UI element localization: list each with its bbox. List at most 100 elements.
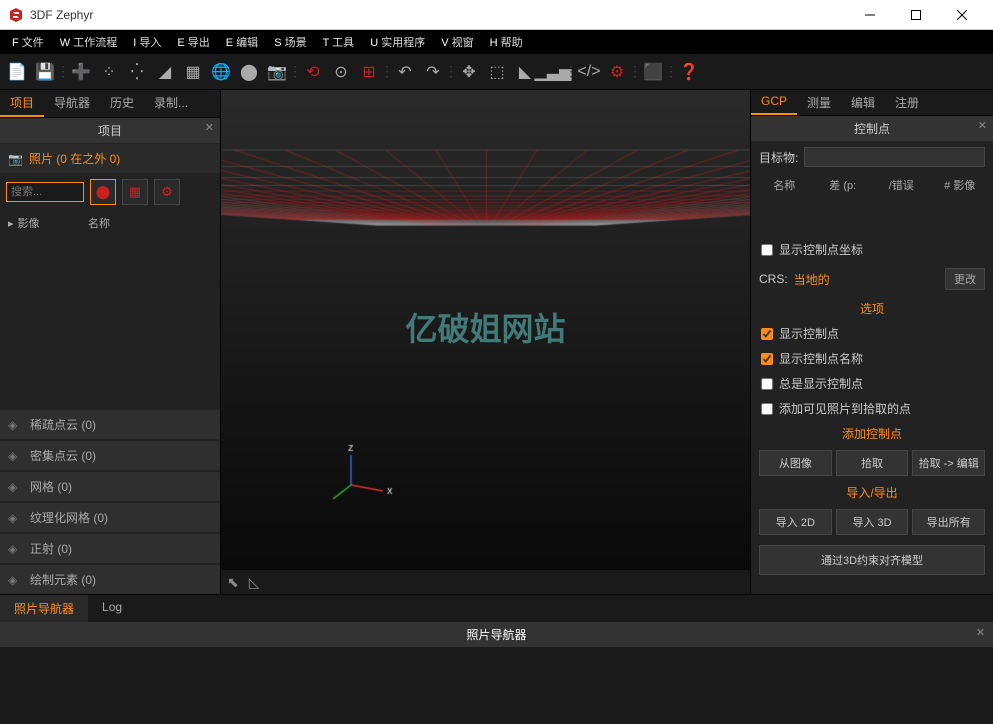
bottom-tab-Log[interactable]: Log [88,595,136,622]
search-input[interactable] [6,182,84,202]
crs-value: 当地的 [794,271,939,288]
menu-文件[interactable]: F 文件 [4,31,52,53]
io-btn-导出所有[interactable]: 导出所有 [912,509,985,535]
toolbar: 📄 💾 ⋮ ➕ ⁘ ⁛ ◢ ▦ 🌐 ⬤ 📷 ⋮ ⟲ ⊙ ⊞ ⋮ ↶ ↷ ⋮ ✥ … [0,54,993,90]
menu-编辑[interactable]: E 编辑 [218,31,266,53]
help-icon[interactable]: ❓ [676,59,702,85]
surface-icon[interactable]: ◢ [152,59,178,85]
gears-icon[interactable]: ⚙ [154,179,180,205]
close-icon[interactable]: ✕ [976,626,985,639]
align-button[interactable]: 通过3D约束对齐模型 [759,545,985,575]
left-panel-header: 项目 ✕ [0,118,220,143]
menu-帮助[interactable]: H 帮助 [482,31,531,53]
titlebar: 3DF Zephyr [0,0,993,30]
tab-项目[interactable]: 项目 [0,90,44,117]
close-icon[interactable]: ✕ [978,119,987,132]
add-btn-拾取[interactable]: 拾取 [836,450,909,476]
mesh-icon[interactable]: ▦ [180,59,206,85]
maximize-button[interactable] [893,0,939,30]
io-btn-导入 2D[interactable]: 导入 2D [759,509,832,535]
menu-导入[interactable]: I 导入 [125,31,169,53]
triangle-tool-icon[interactable]: ◺ [249,574,260,591]
bottom-tab-照片导航器[interactable]: 照片导航器 [0,595,88,622]
menu-实用程序[interactable]: U 实用程序 [362,31,433,53]
tab-导航器[interactable]: 导航器 [44,90,100,117]
tab-注册[interactable]: 注册 [885,90,929,115]
tab-编辑[interactable]: 编辑 [841,90,885,115]
gear-icon[interactable]: ⚙ [604,59,630,85]
layer-icon: ◈ [8,418,30,432]
tab-录制...[interactable]: 录制... [144,90,198,117]
layer-item[interactable]: ◈密集点云 (0) [0,441,220,470]
layer-icon: ◈ [8,542,30,556]
left-panel: 项目导航器历史录制... 项目 ✕ 📷 照片 (0 在之外 0) ⬤ ▦ ⚙ ▸… [0,90,220,594]
menu-视窗[interactable]: V 视窗 [433,31,481,53]
layer-item[interactable]: ◈纹理化网格 (0) [0,503,220,532]
layer-item[interactable]: ◈正射 (0) [0,534,220,563]
tab-历史[interactable]: 历史 [100,90,144,117]
points-icon[interactable]: ⁛ [124,59,150,85]
close-button[interactable] [939,0,985,30]
layer-list: ◈稀疏点云 (0)◈密集点云 (0)◈网格 (0)◈纹理化网格 (0)◈正射 (… [0,408,220,594]
record-icon[interactable]: ⬤ [90,179,116,205]
show-coords-checkbox[interactable] [761,244,773,256]
new-icon[interactable]: 📄 [4,59,30,85]
layer-item[interactable]: ◈稀疏点云 (0) [0,410,220,439]
layer-icon: ◈ [8,573,30,587]
code-icon[interactable]: </> [576,59,602,85]
minimize-button[interactable] [847,0,893,30]
sphere-icon[interactable]: ⬤ [236,59,262,85]
grid-icon[interactable]: ⊞ [356,59,382,85]
menu-工具[interactable]: T 工具 [315,31,363,53]
menu-导出[interactable]: E 导出 [169,31,217,53]
layer-icon: ◈ [8,511,30,525]
photo-row[interactable]: 📷 照片 (0 在之外 0) [0,144,220,173]
rotate-icon[interactable]: ⟲ [300,59,326,85]
option-checkbox[interactable] [761,378,773,390]
add-icon[interactable]: ➕ [68,59,94,85]
crs-change-button[interactable]: 更改 [945,268,985,290]
save-icon[interactable]: 💾 [32,59,58,85]
particles-icon[interactable]: ⁘ [96,59,122,85]
viewport[interactable]: 亿破姐网站 ⬉ ◺ [220,90,751,594]
app-title: 3DF Zephyr [30,8,847,22]
target-input[interactable] [804,147,985,167]
close-icon[interactable]: ✕ [205,121,214,134]
layer-icon: ◈ [8,449,30,463]
tab-GCP[interactable]: GCP [751,90,797,115]
crs-label: CRS: [759,272,788,286]
tab-测量[interactable]: 测量 [797,90,841,115]
camera-icon: 📷 [8,152,23,166]
bottom-panel-header: 照片导航器 ✕ [0,622,993,647]
target-icon[interactable]: ⊙ [328,59,354,85]
bottom-tabs: 照片导航器Log [0,594,993,622]
move-icon[interactable]: ✥ [456,59,482,85]
redo-icon[interactable]: ↷ [420,59,446,85]
layer-icon: ◈ [8,480,30,494]
layer-item[interactable]: ◈绘制元素 (0) [0,565,220,594]
target-label: 目标物: [759,149,798,166]
layer-item[interactable]: ◈网格 (0) [0,472,220,501]
option-checkbox[interactable] [761,403,773,415]
option-checkbox[interactable] [761,328,773,340]
add-btn-从图像[interactable]: 从图像 [759,450,832,476]
menu-场景[interactable]: S 场景 [266,31,314,53]
option-checkbox[interactable] [761,353,773,365]
chart-icon[interactable]: ▁▃▅ [540,59,566,85]
undo-icon[interactable]: ↶ [392,59,418,85]
add-btn-拾取 -> 编辑[interactable]: 拾取 -> 编辑 [912,450,985,476]
crop-icon[interactable]: ⬚ [484,59,510,85]
viewport-toolbar: ⬉ ◺ [221,570,750,594]
io-btn-导入 3D[interactable]: 导入 3D [836,509,909,535]
gcp-columns: 名称差 (p:/错误# 影像 [751,173,993,197]
menu-工作流程[interactable]: W 工作流程 [52,31,125,53]
right-panel-header: 控制点 ✕ [751,116,993,141]
camera-icon[interactable]: 📷 [264,59,290,85]
io-title: 导入/导出 [751,480,993,505]
globe-icon[interactable]: 🌐 [208,59,234,85]
cursor-icon[interactable]: ⬉ [227,574,239,591]
column-headers: ▸影像 名称 [0,211,220,235]
cube-icon[interactable]: ⬛ [640,59,666,85]
calendar-icon[interactable]: ▦ [122,179,148,205]
menubar: F 文件W 工作流程I 导入E 导出E 编辑S 场景T 工具U 实用程序V 视窗… [0,30,993,54]
